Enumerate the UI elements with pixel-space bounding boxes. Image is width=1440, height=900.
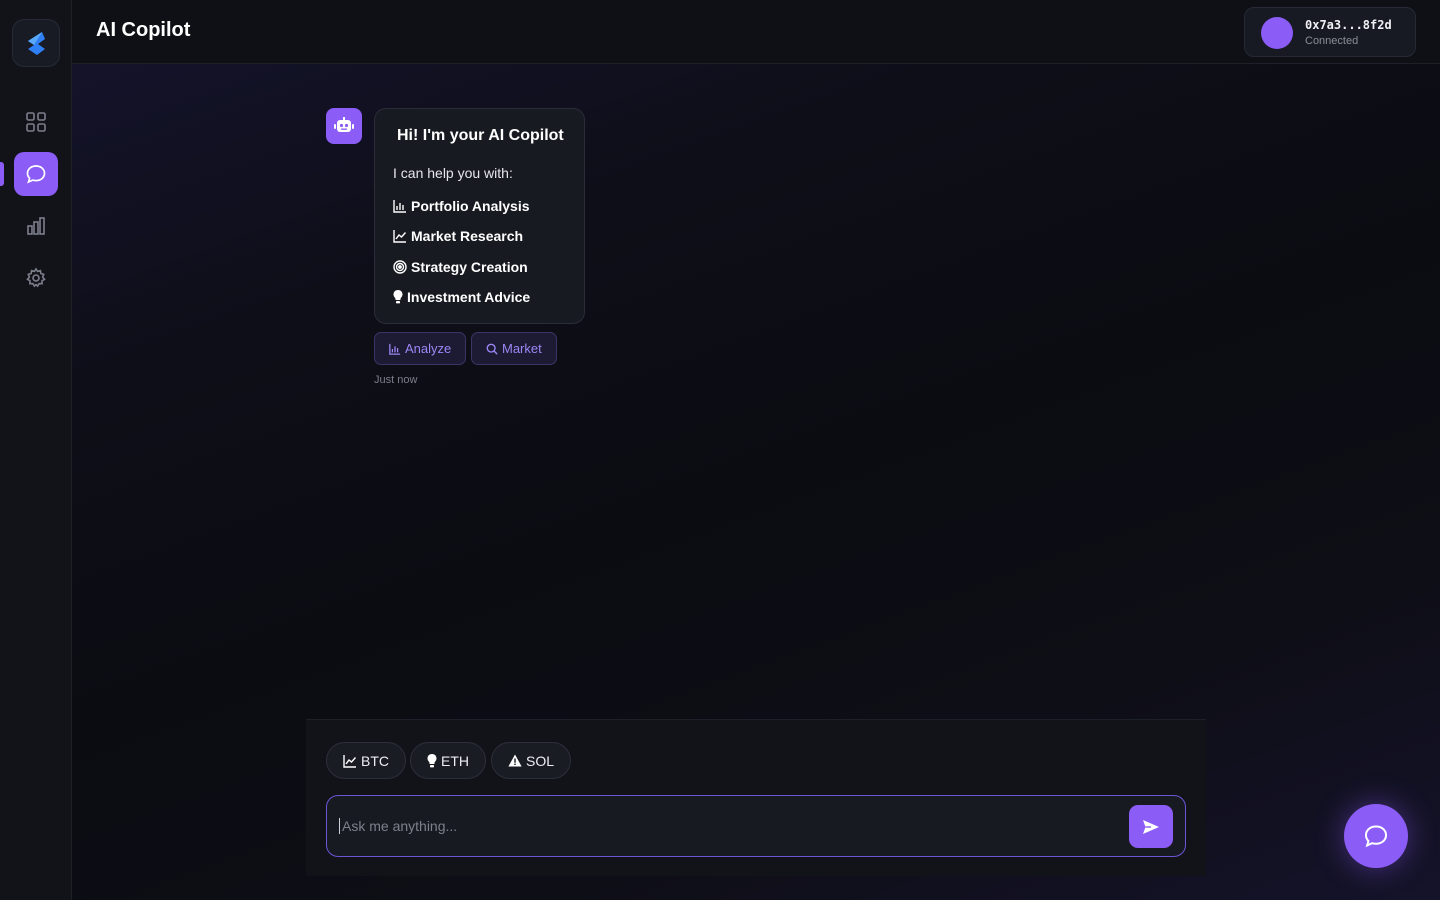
robot-icon xyxy=(334,117,354,132)
sidebar-item-chat[interactable] xyxy=(14,152,58,196)
capability-item: Strategy Creation xyxy=(393,259,528,275)
send-button[interactable] xyxy=(1129,805,1173,848)
page-title: AI Copilot xyxy=(96,19,191,41)
chat-icon xyxy=(1364,825,1388,848)
analyze-button[interactable]: Analyze xyxy=(374,332,467,365)
target-icon xyxy=(393,260,407,274)
grid-icon xyxy=(26,112,46,132)
active-indicator xyxy=(0,162,4,186)
message-timestamp: Just now xyxy=(374,374,418,386)
sidebar-item-analytics[interactable] xyxy=(14,204,58,248)
message-input-container xyxy=(326,795,1186,857)
gear-icon xyxy=(26,267,46,288)
chip-label: ETH xyxy=(441,752,469,769)
warning-icon xyxy=(508,754,522,767)
wallet-status: Connected xyxy=(1305,35,1359,47)
chat-icon xyxy=(26,165,46,184)
capability-item: Portfolio Analysis xyxy=(393,198,530,214)
sidebar-item-dashboard[interactable] xyxy=(14,100,58,144)
bar-chart-icon xyxy=(27,217,45,235)
capability-label: Portfolio Analysis xyxy=(411,198,530,214)
message-title: Hi! I'm your AI Copilot xyxy=(397,127,564,144)
market-button[interactable]: Market xyxy=(471,332,557,365)
line-chart-icon xyxy=(343,754,357,768)
sidebar xyxy=(0,0,72,900)
message-input[interactable] xyxy=(339,818,1119,834)
message-intro: I can help you with: xyxy=(393,165,513,181)
chip-btc[interactable]: BTC xyxy=(326,742,406,779)
sidebar-item-settings[interactable] xyxy=(14,256,58,300)
capability-item: Market Research xyxy=(393,228,523,244)
market-label: Market xyxy=(502,341,542,356)
wallet-avatar xyxy=(1261,17,1293,49)
lightbulb-icon xyxy=(393,290,403,304)
chip-label: BTC xyxy=(361,752,389,769)
composer: BTC ETH SOL xyxy=(306,719,1206,876)
search-icon xyxy=(486,343,498,355)
capability-label: Strategy Creation xyxy=(411,259,528,275)
capability-label: Investment Advice xyxy=(407,289,531,305)
logo-icon xyxy=(28,32,45,55)
app-logo[interactable] xyxy=(12,19,60,67)
top-header: AI Copilot 0x7a3...8f2d Connected xyxy=(72,0,1440,64)
chip-label: SOL xyxy=(526,752,555,769)
line-chart-icon xyxy=(393,230,407,243)
analyze-label: Analyze xyxy=(405,341,452,356)
floating-chat-button[interactable] xyxy=(1344,804,1408,868)
bar-chart-icon xyxy=(389,343,401,355)
chip-eth[interactable]: ETH xyxy=(410,742,486,779)
wallet-connect-button[interactable]: 0x7a3...8f2d Connected xyxy=(1244,7,1416,57)
bot-avatar xyxy=(326,108,362,144)
send-icon xyxy=(1143,819,1159,834)
lightbulb-icon xyxy=(427,753,437,767)
bar-chart-icon xyxy=(393,200,406,213)
chat-area: Hi! I'm your AI Copilot I can help you w… xyxy=(72,64,1440,900)
chip-sol[interactable]: SOL xyxy=(491,742,572,779)
wallet-address: 0x7a3...8f2d xyxy=(1305,18,1392,32)
capability-item: Investment Advice xyxy=(393,289,530,305)
assistant-message: Hi! I'm your AI Copilot I can help you w… xyxy=(374,108,585,324)
capability-label: Market Research xyxy=(411,228,524,244)
